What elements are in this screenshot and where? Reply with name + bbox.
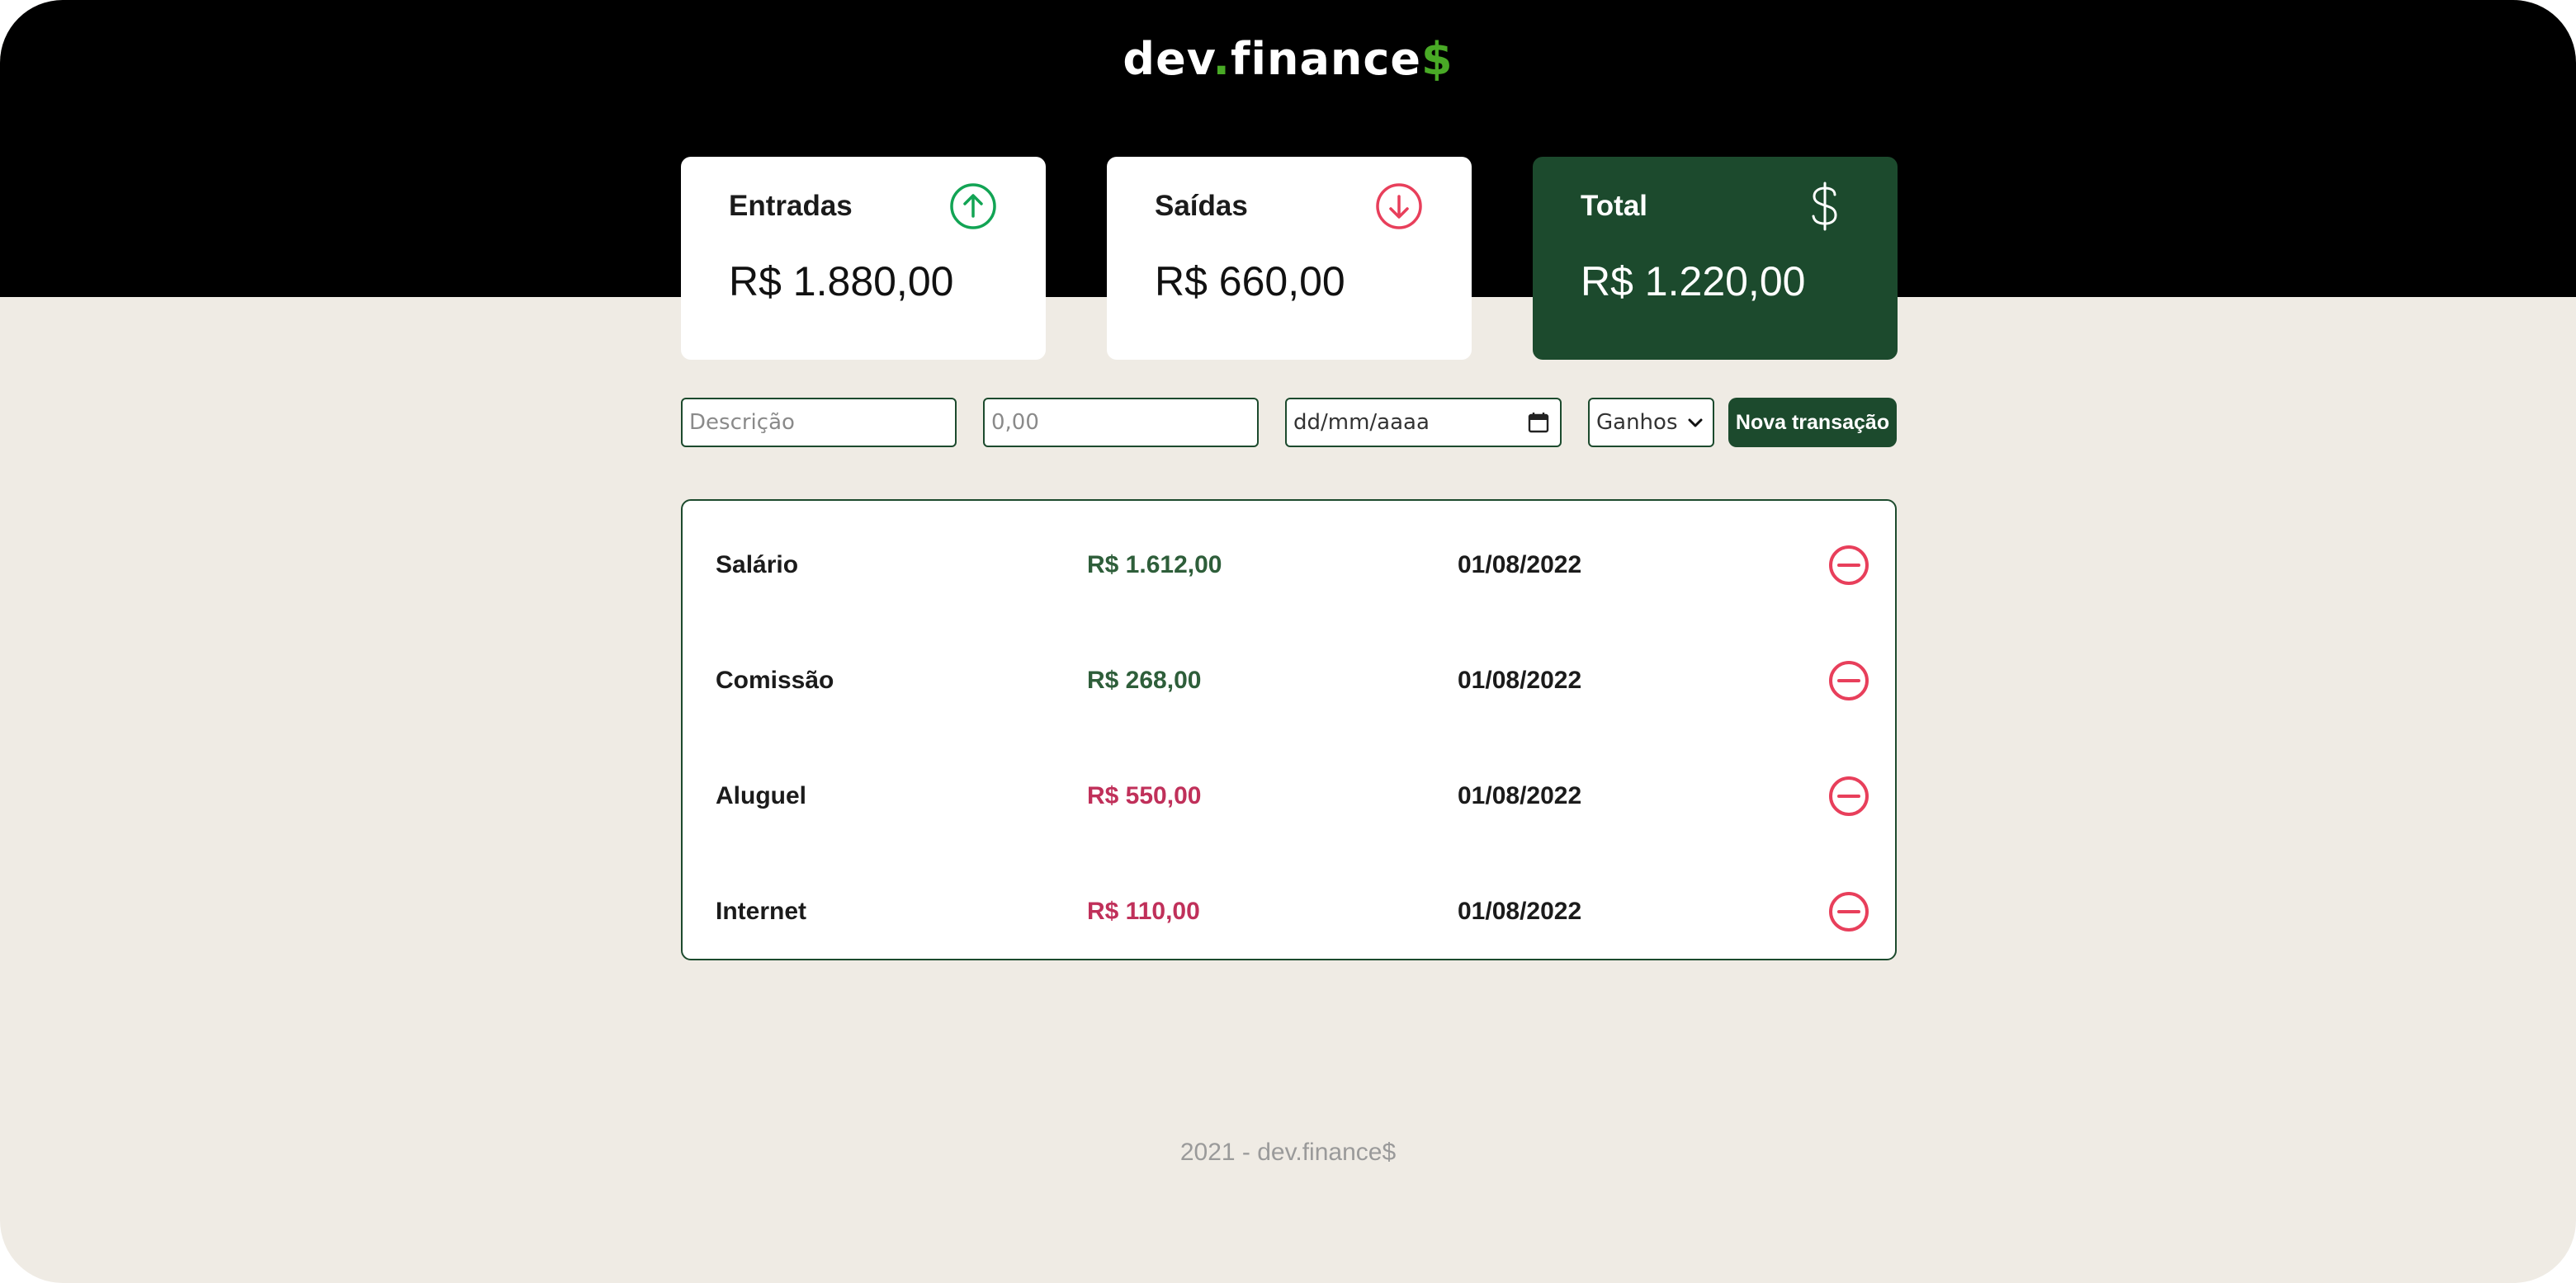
transaction-description: Salário	[716, 551, 799, 578]
new-transaction-button[interactable]: Nova transação	[1728, 398, 1897, 447]
date-input[interactable]: dd/mm/aaaa	[1285, 398, 1562, 447]
logo-dot: .	[1212, 33, 1231, 85]
remove-transaction-icon[interactable]	[1827, 544, 1870, 587]
table-row: Aluguel R$ 550,00 01/08/2022	[683, 738, 1895, 854]
type-select[interactable]: Ganhos	[1588, 398, 1714, 447]
table-row: Salário R$ 1.612,00 01/08/2022	[683, 507, 1895, 623]
dollar-sign-icon	[1812, 182, 1837, 231]
transaction-amount: R$ 550,00	[1087, 782, 1202, 809]
expense-card-title: Saídas	[1155, 190, 1248, 222]
transaction-date: 01/08/2022	[1458, 551, 1582, 578]
description-placeholder: Descrição	[689, 410, 795, 435]
chevron-down-icon	[1688, 418, 1703, 427]
arrow-down-circle-icon	[1376, 183, 1422, 229]
expense-card-value: R$ 660,00	[1155, 258, 1345, 304]
logo-dev: dev	[1123, 33, 1213, 85]
total-card-value: R$ 1.220,00	[1581, 258, 1806, 304]
transactions-table: Salário R$ 1.612,00 01/08/2022 Comissão …	[681, 499, 1897, 960]
app-frame: dev.finance$ Entradas R$ 1.880,00 Saídas…	[0, 0, 2576, 1283]
income-card: Entradas R$ 1.880,00	[681, 157, 1046, 360]
logo-finance: finance	[1231, 33, 1421, 85]
logo-dollar: $	[1420, 33, 1453, 85]
calendar-icon[interactable]	[1527, 411, 1550, 434]
transaction-description: Comissão	[716, 667, 834, 694]
remove-transaction-icon[interactable]	[1827, 775, 1870, 818]
remove-transaction-icon[interactable]	[1827, 890, 1870, 933]
date-placeholder: dd/mm/aaaa	[1293, 410, 1430, 435]
remove-transaction-icon[interactable]	[1827, 659, 1870, 702]
income-card-title: Entradas	[729, 190, 853, 222]
transaction-date: 01/08/2022	[1458, 898, 1582, 925]
transaction-description: Aluguel	[716, 782, 806, 809]
description-input[interactable]: Descrição	[681, 398, 957, 447]
transaction-description: Internet	[716, 898, 807, 925]
footer-text: 2021 - dev.finance$	[1179, 1139, 1397, 1166]
logo: dev.finance$	[0, 33, 2576, 85]
income-card-value: R$ 1.880,00	[729, 258, 954, 304]
amount-placeholder: 0,00	[991, 410, 1039, 435]
transaction-date: 01/08/2022	[1458, 667, 1582, 694]
transaction-amount: R$ 268,00	[1087, 667, 1202, 694]
type-select-value: Ganhos	[1596, 410, 1678, 435]
total-card-title: Total	[1581, 190, 1648, 222]
table-row: Comissão R$ 268,00 01/08/2022	[683, 623, 1895, 738]
arrow-up-circle-icon	[950, 183, 996, 229]
transaction-date: 01/08/2022	[1458, 782, 1582, 809]
expense-card: Saídas R$ 660,00	[1107, 157, 1472, 360]
transaction-amount: R$ 110,00	[1087, 898, 1200, 925]
amount-input[interactable]: 0,00	[983, 398, 1259, 447]
table-row: Internet R$ 110,00 01/08/2022	[683, 854, 1895, 969]
total-card: Total R$ 1.220,00	[1533, 157, 1898, 360]
transaction-amount: R$ 1.612,00	[1087, 551, 1222, 578]
